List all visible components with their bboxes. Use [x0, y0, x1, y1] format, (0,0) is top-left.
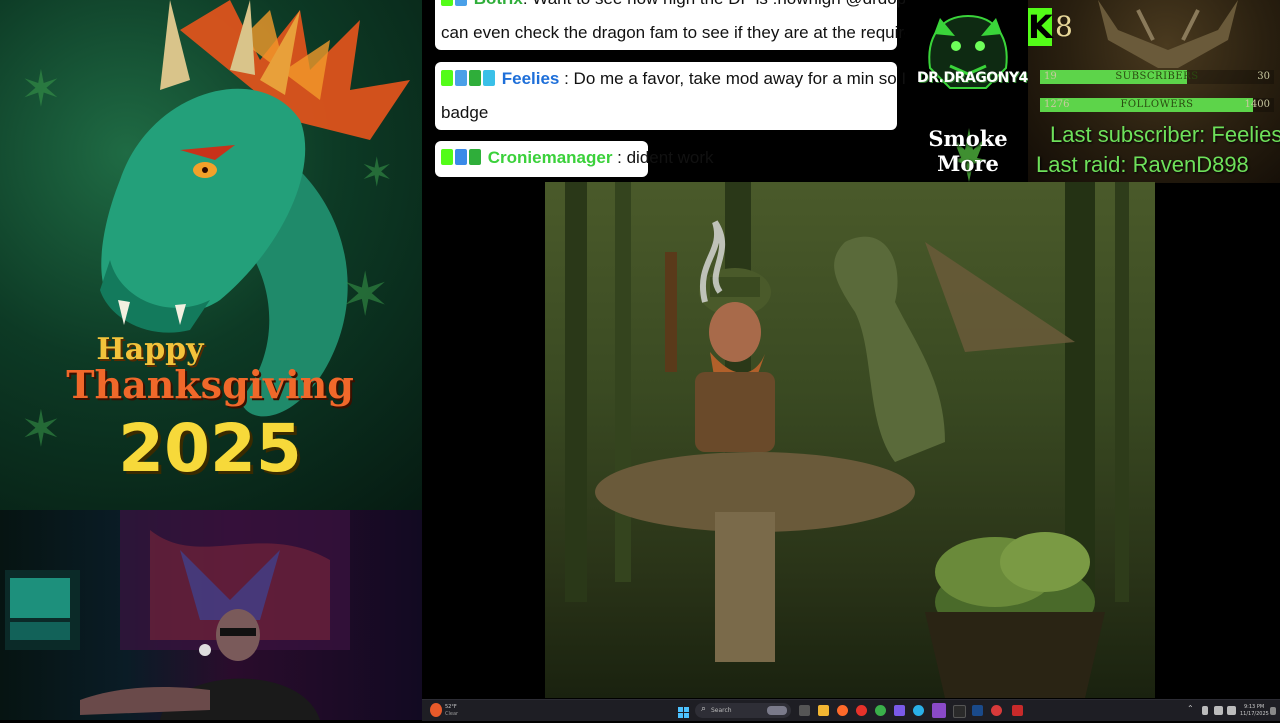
chat-text: : dident work [612, 148, 714, 167]
subscriber-badge-icon [455, 149, 467, 165]
subscribers-goal: 30 [1257, 71, 1270, 82]
kick-badge-icon [441, 0, 453, 6]
taskbar-date[interactable]: 11/17/2025 [1240, 711, 1269, 717]
file-explorer-icon[interactable] [818, 705, 829, 716]
leprechaun-dragon-illustration [565, 182, 1129, 698]
chat-message: Croniemanager : dident work [435, 141, 714, 177]
app-icon[interactable] [953, 705, 966, 718]
network-icon[interactable] [1214, 706, 1223, 715]
microphone-icon[interactable] [1202, 706, 1208, 715]
chevron-up-icon[interactable]: ⌃ [1187, 705, 1194, 713]
kick-logo-icon: K [1028, 8, 1053, 46]
taskbar-search-box[interactable]: ⌕ Search [695, 703, 791, 718]
subscriber-badge-icon [469, 70, 481, 86]
search-placeholder: Search [711, 707, 732, 714]
chat-username[interactable]: Croniemanager [488, 148, 613, 167]
webcam-scene [5, 510, 350, 720]
weather-icon[interactable] [430, 703, 442, 717]
steam-icon[interactable] [972, 705, 983, 716]
last-raid-text: Last raid: RavenD898 [1036, 152, 1249, 177]
cannabis-leaf-icon: ✶ [20, 60, 62, 118]
subscribers-label: SUBSCRIBERS [1115, 71, 1199, 82]
chat-message: Feelies : Do me a favor, take mod away f… [435, 62, 1055, 130]
weather-desc[interactable]: Clear [445, 711, 458, 717]
windows-taskbar: 52°F Clear ⌕ Search ⌃ 9:13 PM 11/17/2025 [422, 699, 1280, 721]
opera-icon[interactable] [856, 705, 867, 716]
verified-badge-icon [455, 0, 467, 6]
subscribers-current: 19 [1044, 71, 1057, 82]
cannabis-leaf-icon: ✶ [360, 150, 394, 196]
chat-username[interactable]: Botrix [474, 0, 523, 8]
followers-progress-bar: FOLLOWERS 1276 1400 [1040, 98, 1274, 112]
search-highlight-icon [767, 706, 787, 715]
chat-message: Botrix: Want to see how high the DF is :… [435, 0, 1042, 50]
windows-start-icon[interactable] [678, 705, 689, 718]
chrome-icon[interactable] [875, 705, 886, 716]
browser-icon[interactable] [991, 705, 1002, 716]
thanksgiving-year: 2025 [118, 410, 302, 487]
stream-stats-panel: K 8 SUBSCRIBERS 19 30 FOLLOWERS 1276 140… [1028, 0, 1280, 183]
dragon-head-art [1098, 0, 1238, 68]
webcam-feed [0, 510, 422, 720]
featured-artwork [545, 182, 1155, 698]
kick-badge-icon [441, 149, 453, 165]
task-view-icon[interactable] [799, 705, 810, 716]
chat-line: Botrix: Want to see how high the DF is :… [441, 0, 1042, 16]
teams-icon[interactable] [894, 705, 905, 716]
subscribers-progress-bar: SUBSCRIBERS 19 30 [1040, 70, 1274, 84]
chat-line: Feelies : Do me a favor, take mod away f… [441, 62, 1055, 96]
smoke-more-text: Smoke More [928, 126, 1008, 176]
thanksgiving-title: Thanksgiving [66, 362, 354, 407]
taskbar-time[interactable]: 9:13 PM [1244, 704, 1264, 710]
edge-icon[interactable] [913, 705, 924, 716]
obs-icon[interactable] [932, 703, 946, 718]
chat-text-continued: badge [441, 103, 489, 122]
chat-text-continued: can even check the dragon fam to see if … [441, 23, 1001, 42]
notifications-icon[interactable] [1270, 707, 1276, 715]
volume-icon[interactable] [1227, 706, 1236, 715]
streamer-name: DR.DRAGONY420 [917, 70, 1047, 86]
last-subscriber-text: Last subscriber: Feelies [1050, 122, 1280, 147]
followers-label: FOLLOWERS [1120, 99, 1194, 110]
followers-goal: 1400 [1244, 99, 1270, 110]
app-red-icon[interactable] [1012, 705, 1023, 716]
followers-current: 1276 [1044, 99, 1070, 110]
kick-viewer-count: 8 [1055, 10, 1073, 43]
firefox-icon[interactable] [837, 705, 848, 716]
moderator-badge-icon [455, 70, 467, 86]
chat-line: Croniemanager : dident work [441, 141, 714, 175]
cannabis-leaf-icon: ✶ [340, 260, 391, 330]
kick-badge-icon [441, 70, 453, 86]
weather-temp[interactable]: 52°F [445, 704, 457, 710]
gift-badge-icon [469, 149, 481, 165]
founder-badge-icon [483, 70, 495, 86]
search-icon: ⌕ [701, 704, 707, 714]
chat-username[interactable]: Feelies [502, 69, 560, 88]
thanksgiving-panel: ✶ ✶ ✶ ✶ Happy Thanksgiving 2025 [0, 0, 422, 510]
